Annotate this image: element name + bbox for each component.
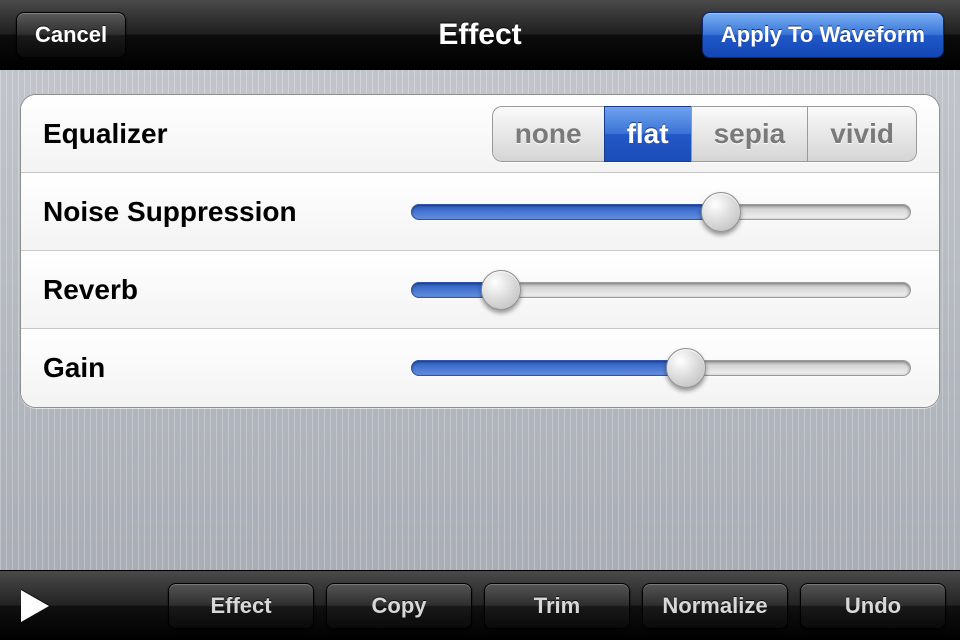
slider-fill [411, 360, 686, 376]
toolbar: Effect Copy Trim Normalize Undo [0, 570, 960, 640]
reverb-slider[interactable] [411, 272, 911, 308]
gain-slider[interactable] [411, 350, 911, 386]
row-noise-suppression: Noise Suppression [21, 173, 939, 251]
effect-settings-card: Equalizer noneflatsepiavivid Noise Suppr… [20, 94, 940, 408]
navbar: Cancel Effect Apply To Waveform [0, 0, 960, 70]
slider-thumb[interactable] [481, 270, 521, 310]
equalizer-option-none[interactable]: none [492, 106, 604, 162]
row-gain: Gain [21, 329, 939, 407]
play-button[interactable] [14, 585, 56, 627]
gain-label: Gain [43, 352, 373, 384]
equalizer-label: Equalizer [43, 118, 373, 150]
slider-thumb[interactable] [701, 192, 741, 232]
row-equalizer: Equalizer noneflatsepiavivid [21, 95, 939, 173]
equalizer-option-vivid[interactable]: vivid [807, 106, 917, 162]
reverb-label: Reverb [43, 274, 373, 306]
equalizer-option-flat[interactable]: flat [604, 106, 691, 162]
equalizer-option-sepia[interactable]: sepia [691, 106, 808, 162]
cancel-button[interactable]: Cancel [16, 12, 126, 58]
noise-suppression-label: Noise Suppression [43, 196, 373, 228]
effect-button[interactable]: Effect [168, 583, 314, 629]
slider-fill [411, 204, 721, 220]
equalizer-segmented: noneflatsepiavivid [492, 106, 917, 162]
row-reverb: Reverb [21, 251, 939, 329]
trim-button[interactable]: Trim [484, 583, 630, 629]
normalize-button[interactable]: Normalize [642, 583, 788, 629]
noise-suppression-slider[interactable] [411, 194, 911, 230]
slider-thumb[interactable] [666, 348, 706, 388]
undo-button[interactable]: Undo [800, 583, 946, 629]
apply-button[interactable]: Apply To Waveform [702, 12, 944, 58]
copy-button[interactable]: Copy [326, 583, 472, 629]
play-icon [21, 590, 49, 622]
